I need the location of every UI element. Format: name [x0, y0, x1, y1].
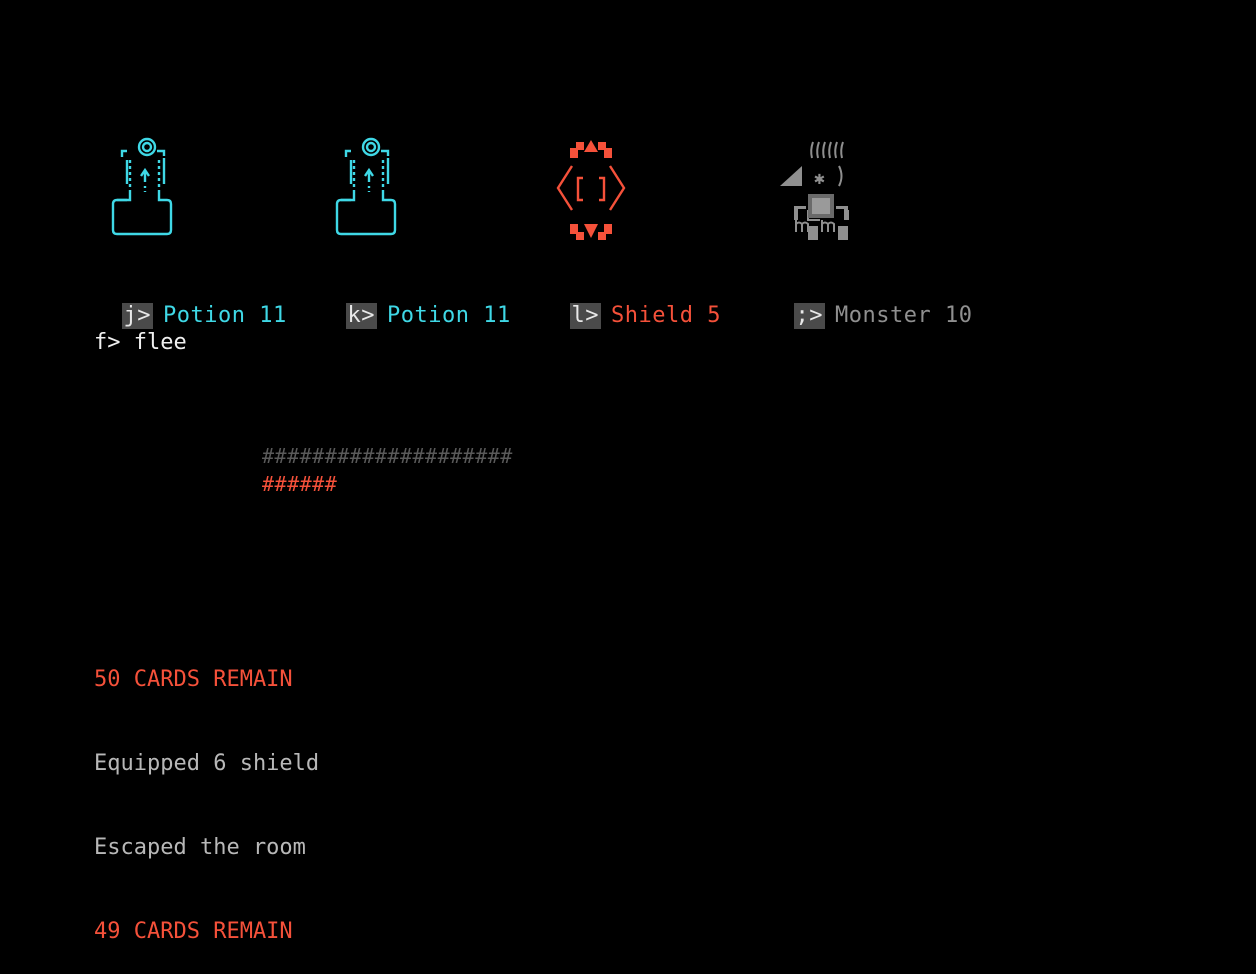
shield-icon — [556, 140, 626, 240]
potion-icon — [335, 137, 397, 236]
log-line: 49 CARDS REMAIN — [94, 919, 293, 944]
health-bar-current: ###### — [262, 472, 338, 496]
hotkey-badge: j> — [121, 303, 153, 329]
card-option-k[interactable]: k> Potion 11 — [318, 274, 511, 329]
health-bar-max: #################### — [262, 444, 513, 468]
card-name: Potion 11 — [163, 303, 287, 328]
monster-icon: ✱ — [780, 141, 849, 240]
card-option-semicolon[interactable]: ;> Monster 10 — [766, 274, 972, 329]
card-art-potion-1 — [100, 132, 220, 242]
card-name: Potion 11 — [387, 303, 511, 328]
card-name: Shield 5 — [611, 303, 721, 328]
card-name: Monster 10 — [835, 303, 973, 328]
flee-hotkey: f> — [94, 330, 121, 355]
log-line: 50 CARDS REMAIN — [94, 667, 293, 692]
card-option-l[interactable]: l> Shield 5 — [542, 274, 721, 329]
card-art-shield — [548, 132, 668, 242]
flee-label: flee — [133, 330, 187, 355]
svg-text:✱: ✱ — [814, 168, 825, 189]
flee-option[interactable]: f> flee — [94, 330, 187, 355]
log-line: Escaped the room — [94, 835, 306, 860]
hotkey-badge: l> — [569, 303, 601, 329]
hotkey-badge: k> — [345, 303, 377, 329]
card-art-monster: ✱ — [772, 132, 892, 242]
card-option-j[interactable]: j> Potion 11 — [94, 274, 287, 329]
log-line: Equipped 6 shield — [94, 751, 320, 776]
potion-icon — [111, 137, 173, 236]
message-log: 50 CARDS REMAIN Equipped 6 shield Escape… — [94, 610, 319, 974]
card-art-potion-2 — [324, 132, 444, 242]
hotkey-badge: ;> — [793, 303, 825, 329]
